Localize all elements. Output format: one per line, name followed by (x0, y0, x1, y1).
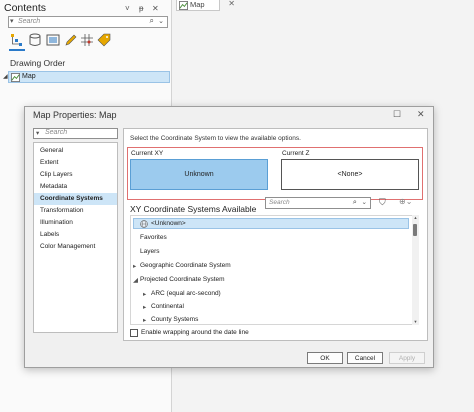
collapse-icon[interactable]: ◢ (133, 276, 138, 284)
list-by-drawing-order-icon[interactable] (10, 33, 24, 47)
list-item-layers[interactable]: Layers (140, 248, 160, 255)
list-item-geographic[interactable]: Geographic Coordinate System (140, 262, 231, 269)
map-tab-label: Map (190, 0, 205, 9)
expand-icon[interactable]: ▸ (133, 262, 136, 270)
list-item-arc[interactable]: ARC (equal arc-second) (151, 290, 221, 297)
list-item-county-systems[interactable]: County Systems (151, 316, 198, 323)
scroll-up-icon[interactable]: ▲ (412, 215, 419, 220)
list-by-selection-icon[interactable] (46, 33, 60, 47)
map-tab-icon (179, 1, 188, 10)
instruction-text: Select the Coordinate System to view the… (130, 135, 301, 142)
wrap-dateline-checkbox[interactable] (130, 329, 138, 337)
sidebar-item-transformation[interactable]: Transformation (34, 205, 117, 217)
current-xy-label: Current XY (131, 150, 164, 157)
coordinate-search-placeholder: Search (269, 199, 290, 206)
contents-title: Contents (4, 2, 47, 14)
close-tab-icon[interactable]: ✕ (228, 0, 235, 8)
map-icon (11, 73, 20, 82)
chevron-down-icon[interactable]: ⌄ (362, 198, 367, 206)
chevron-down-icon[interactable]: ⌄ (158, 17, 164, 25)
maximize-icon[interactable]: ☐ (393, 109, 401, 120)
globe-options-icon[interactable]: ⊕⌄ (399, 197, 412, 206)
search-icon[interactable]: ⌕ (353, 197, 357, 207)
coordinate-systems-panel: Select the Coordinate System to view the… (123, 128, 428, 341)
current-z-button[interactable]: <None> (281, 159, 419, 190)
list-item-continental[interactable]: Continental (151, 303, 184, 310)
search-icon[interactable]: ⌕ (150, 16, 154, 26)
contents-search-input[interactable]: ▾ Search ⌕ ⌄ (8, 16, 168, 28)
expand-icon[interactable]: ◢ (3, 73, 8, 80)
dialog-title: Map Properties: Map (33, 110, 117, 120)
list-by-snapping-icon[interactable] (80, 33, 94, 47)
sidebar-item-coordinate-systems[interactable]: Coordinate Systems (34, 193, 117, 205)
active-tab-indicator (9, 49, 25, 51)
ok-button[interactable]: OK (307, 352, 343, 364)
map-layer-item[interactable]: ◢ Map (3, 71, 170, 83)
sidebar-item-general[interactable]: General (34, 145, 117, 157)
expand-icon[interactable]: ▸ (143, 316, 146, 324)
wrap-dateline-label: Enable wrapping around the date line (141, 329, 249, 336)
close-dialog-icon[interactable]: ✕ (417, 109, 425, 120)
filter-icon: ▾ (10, 18, 14, 25)
sidebar-item-metadata[interactable]: Metadata (34, 181, 117, 193)
sidebar-item-labels[interactable]: Labels (34, 229, 117, 241)
sidebar-search-placeholder: Search (45, 129, 68, 136)
list-by-editing-icon[interactable] (64, 33, 78, 47)
pin-icon[interactable]: ᵽ (139, 4, 143, 13)
filter-icon[interactable]: ⛉ (379, 197, 386, 208)
list-scrollbar[interactable]: ▲ ▼ (412, 215, 419, 325)
map-properties-dialog: Map Properties: Map ☐ ✕ ▾ Search General… (24, 106, 434, 368)
tab-map[interactable]: Map ✕ (176, 0, 235, 11)
sidebar-search-input[interactable]: ▾ Search (33, 128, 118, 139)
expand-icon[interactable]: ▸ (143, 290, 146, 298)
list-item-projected[interactable]: Projected Coordinate System (140, 276, 225, 283)
sidebar-item-clip-layers[interactable]: Clip Layers (34, 169, 117, 181)
current-z-label: Current Z (282, 150, 310, 157)
sidebar-item-color-management[interactable]: Color Management (34, 241, 117, 253)
drawing-order-heading: Drawing Order (10, 58, 66, 68)
list-by-labeling-icon[interactable] (97, 33, 111, 47)
coordinate-system-list: <Unknown> Favorites Layers ▸ Geographic … (130, 215, 418, 325)
list-item-unknown[interactable]: <Unknown> (151, 220, 186, 227)
sidebar-item-extent[interactable]: Extent (34, 157, 117, 169)
cancel-button[interactable]: Cancel (347, 352, 383, 364)
list-item-favorites[interactable]: Favorites (140, 234, 167, 241)
map-layer-label: Map (22, 73, 36, 80)
list-by-data-source-icon[interactable] (28, 33, 42, 47)
scroll-down-icon[interactable]: ▼ (412, 319, 419, 324)
scrollbar-thumb[interactable] (413, 224, 417, 236)
filter-icon: ▾ (36, 130, 40, 137)
pane-options-icon[interactable]: ˅ (125, 4, 130, 13)
coordinate-search-input[interactable]: Search ⌕ ⌄ (265, 197, 371, 209)
close-pane-icon[interactable]: ✕ (152, 4, 159, 13)
current-xy-button[interactable]: Unknown (130, 159, 268, 190)
apply-button[interactable]: Apply (389, 352, 425, 364)
expand-icon[interactable]: ▸ (143, 303, 146, 311)
xy-systems-heading: XY Coordinate Systems Available (130, 204, 257, 214)
contents-search-placeholder: Search (18, 18, 41, 25)
sidebar-list: General Extent Clip Layers Metadata Coor… (33, 142, 118, 333)
sidebar-item-illumination[interactable]: Illumination (34, 217, 117, 229)
globe-icon (140, 220, 148, 228)
